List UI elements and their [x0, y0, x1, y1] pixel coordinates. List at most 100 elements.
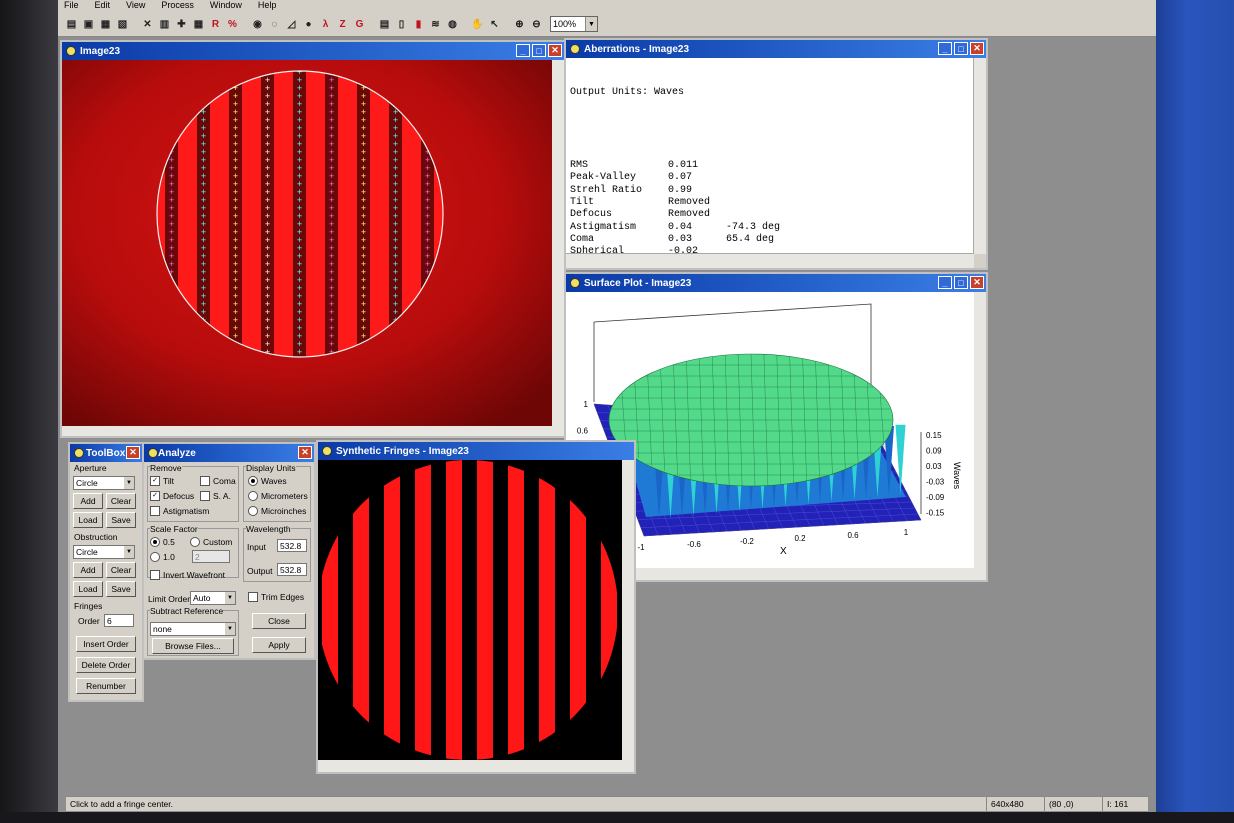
chevron-down-icon[interactable]: ▼: [124, 546, 134, 558]
microinches-radio[interactable]: Microinches: [248, 506, 306, 516]
vertical-scrollbar[interactable]: [973, 58, 986, 254]
zoom-out-icon[interactable]: ⊖: [529, 17, 544, 32]
waves-radio[interactable]: Waves: [248, 476, 287, 486]
sphere-icon[interactable]: ●: [301, 17, 316, 32]
obstruction-load-button[interactable]: Load: [73, 581, 103, 597]
pointer-icon[interactable]: ↖: [487, 17, 502, 32]
menu-edit[interactable]: Edit: [95, 0, 111, 12]
sa-checkbox[interactable]: S. A.: [200, 491, 231, 501]
menu-view[interactable]: View: [126, 0, 145, 12]
limit-order-select[interactable]: Auto ▼: [190, 591, 236, 605]
obstruction-add-button[interactable]: Add: [73, 562, 103, 578]
menu-window[interactable]: Window: [210, 0, 242, 12]
synthetic-fringes-titlebar[interactable]: Synthetic Fringes - Image23: [318, 442, 634, 460]
lambda-icon[interactable]: λ: [318, 17, 333, 32]
histogram-icon[interactable]: ▮: [411, 17, 426, 32]
image-window-titlebar[interactable]: Image23 _ □ ✕: [62, 42, 564, 60]
tools-icon[interactable]: ✕: [140, 17, 155, 32]
aperture-clear-button[interactable]: Clear: [106, 493, 136, 509]
aperture-load-button[interactable]: Load: [73, 512, 103, 528]
fringe-marker: +: [393, 148, 399, 156]
scale-10-radio[interactable]: 1.0: [150, 552, 175, 562]
minimize-icon[interactable]: _: [516, 44, 530, 57]
order-label: Order: [78, 616, 100, 626]
save-icon[interactable]: ▣: [81, 17, 96, 32]
zoom-in-icon[interactable]: ⊕: [512, 17, 527, 32]
print-preview-icon[interactable]: ▧: [115, 17, 130, 32]
apply-button[interactable]: Apply: [252, 637, 306, 653]
fringe-marker: +: [361, 140, 367, 148]
interferogram-image[interactable]: ++++++++++++++++++++++++++++++++++++++++…: [62, 60, 564, 436]
hand-icon[interactable]: ✋: [470, 17, 485, 32]
minimize-icon[interactable]: _: [938, 276, 952, 289]
custom-scale-input[interactable]: 2: [192, 550, 230, 563]
coma-checkbox[interactable]: Coma: [200, 476, 236, 486]
document-icon[interactable]: ▯: [394, 17, 409, 32]
maximize-icon[interactable]: □: [954, 42, 968, 55]
image-canvas[interactable]: + + + + + + + + + + + + + + + + + + + + + + + + + + + + + + + + + + + + + + + +…: [62, 60, 564, 436]
fringe-marker: +: [265, 268, 271, 276]
invert-wavefront-checkbox[interactable]: Invert Wavefront: [150, 570, 225, 580]
close-icon[interactable]: ✕: [126, 446, 140, 459]
close-icon[interactable]: ✕: [298, 446, 312, 459]
horizontal-scrollbar[interactable]: [566, 253, 974, 268]
close-icon[interactable]: ✕: [548, 44, 562, 57]
subtract-reference-select[interactable]: none ▼: [150, 622, 236, 636]
close-icon[interactable]: ✕: [970, 42, 984, 55]
print-icon[interactable]: ▦: [98, 17, 113, 32]
insert-order-button[interactable]: Insert Order: [76, 636, 136, 652]
delete-order-button[interactable]: Delete Order: [76, 657, 136, 673]
maximize-icon[interactable]: □: [954, 276, 968, 289]
close-icon[interactable]: ✕: [970, 276, 984, 289]
fringe-icon[interactable]: ✚: [174, 17, 189, 32]
grid-icon[interactable]: ▥: [157, 17, 172, 32]
wavelength-input-field[interactable]: 532.8: [277, 539, 307, 552]
layers-icon[interactable]: ≋: [428, 17, 443, 32]
aberrations-titlebar[interactable]: Aberrations - Image23 _ □ ✕: [566, 40, 986, 58]
fringe-marker: +: [201, 188, 207, 196]
r-icon[interactable]: R: [208, 17, 223, 32]
table-icon[interactable]: ▦: [191, 17, 206, 32]
chevron-down-icon[interactable]: ▼: [225, 623, 235, 635]
close-button[interactable]: Close: [252, 613, 306, 629]
menu-process[interactable]: Process: [161, 0, 194, 12]
g-icon[interactable]: G: [352, 17, 367, 32]
report-icon[interactable]: ▤: [377, 17, 392, 32]
aperture-icon[interactable]: ◉: [250, 17, 265, 32]
aperture-add-button[interactable]: Add: [73, 493, 103, 509]
surface-icon[interactable]: ◌: [267, 17, 282, 32]
scale-05-radio[interactable]: 0.5: [150, 537, 175, 547]
defocus-checkbox[interactable]: ✓ Defocus: [150, 491, 194, 501]
analyze-titlebar[interactable]: Analyze ✕: [144, 444, 314, 462]
chart-icon[interactable]: ◿: [284, 17, 299, 32]
menu-help[interactable]: Help: [258, 0, 277, 12]
open-icon[interactable]: ▤: [64, 17, 79, 32]
zoom-select[interactable]: 100% ▼: [550, 16, 598, 32]
obstruction-clear-button[interactable]: Clear: [106, 562, 136, 578]
trim-edges-checkbox[interactable]: Trim Edges: [248, 592, 304, 602]
aperture-save-button[interactable]: Save: [106, 512, 136, 528]
browse-files-button[interactable]: Browse Files...: [152, 638, 234, 654]
menu-file[interactable]: File: [64, 0, 79, 12]
chevron-down-icon[interactable]: ▼: [225, 592, 235, 604]
minimize-icon[interactable]: _: [938, 42, 952, 55]
obstruction-save-button[interactable]: Save: [106, 581, 136, 597]
aperture-select[interactable]: Circle ▼: [73, 476, 135, 490]
z-icon[interactable]: Z: [335, 17, 350, 32]
percent-icon[interactable]: %: [225, 17, 240, 32]
chevron-down-icon[interactable]: ▼: [585, 17, 597, 31]
tilt-checkbox[interactable]: ✓ Tilt: [150, 476, 174, 486]
maximize-icon[interactable]: □: [532, 44, 546, 57]
toolbox-titlebar[interactable]: ToolBox ✕: [70, 444, 142, 462]
wavelength-output-field[interactable]: 532.8: [277, 563, 307, 576]
micrometers-radio[interactable]: Micrometers: [248, 491, 308, 501]
obstruction-select[interactable]: Circle ▼: [73, 545, 135, 559]
surface-plot-title: Surface Plot - Image23: [584, 277, 692, 289]
chevron-down-icon[interactable]: ▼: [124, 477, 134, 489]
surface-plot-titlebar[interactable]: Surface Plot - Image23 _ □ ✕: [566, 274, 986, 292]
astigmatism-checkbox[interactable]: Astigmatism: [150, 506, 209, 516]
scale-custom-radio[interactable]: Custom: [190, 537, 232, 547]
globe-icon[interactable]: ◍: [445, 17, 460, 32]
renumber-button[interactable]: Renumber: [76, 678, 136, 694]
order-stepper[interactable]: 6: [104, 614, 134, 627]
